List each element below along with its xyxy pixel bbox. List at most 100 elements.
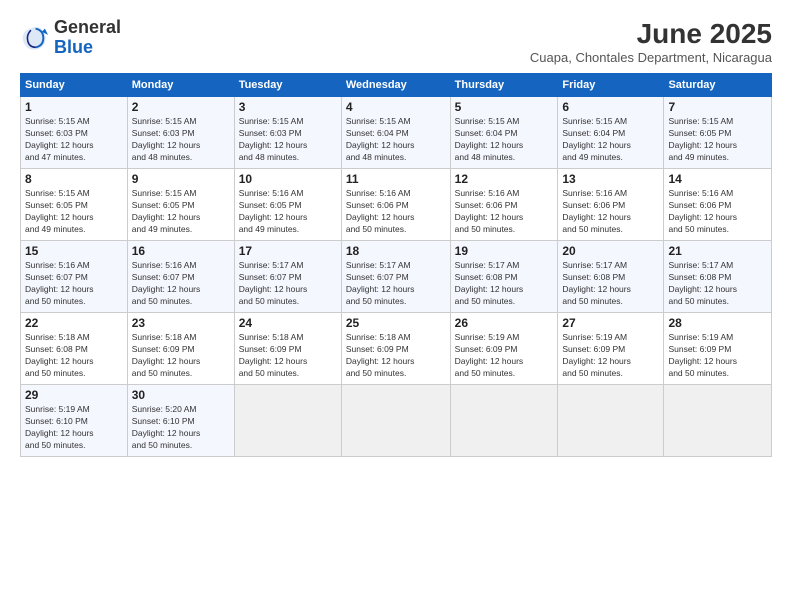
day-info: Sunrise: 5:17 AM Sunset: 6:08 PM Dayligh… (562, 260, 659, 308)
calendar-day-cell: 20 Sunrise: 5:17 AM Sunset: 6:08 PM Dayli… (558, 241, 664, 313)
day-info: Sunrise: 5:16 AM Sunset: 6:06 PM Dayligh… (668, 188, 767, 236)
day-info: Sunrise: 5:15 AM Sunset: 6:04 PM Dayligh… (346, 116, 446, 164)
col-thursday: Thursday (450, 74, 558, 97)
calendar-day-cell: 11 Sunrise: 5:16 AM Sunset: 6:06 PM Dayli… (341, 169, 450, 241)
col-saturday: Saturday (664, 74, 772, 97)
calendar-day-cell: 2Sunrise: 5:15 AM Sunset: 6:03 PM Daylig… (127, 97, 234, 169)
day-info: Sunrise: 5:15 AM Sunset: 6:05 PM Dayligh… (668, 116, 767, 164)
calendar-day-cell: 21 Sunrise: 5:17 AM Sunset: 6:08 PM Dayli… (664, 241, 772, 313)
day-info: Sunrise: 5:16 AM Sunset: 6:07 PM Dayligh… (25, 260, 123, 308)
day-info: Sunrise: 5:15 AM Sunset: 6:04 PM Dayligh… (562, 116, 659, 164)
calendar-day-cell: 17 Sunrise: 5:17 AM Sunset: 6:07 PM Dayli… (234, 241, 341, 313)
day-info: Sunrise: 5:16 AM Sunset: 6:07 PM Dayligh… (132, 260, 230, 308)
calendar-header-row: Sunday Monday Tuesday Wednesday Thursday… (21, 74, 772, 97)
day-number: 6 (562, 100, 659, 114)
calendar-day-cell: 13 Sunrise: 5:16 AM Sunset: 6:06 PM Dayli… (558, 169, 664, 241)
day-number: 18 (346, 244, 446, 258)
day-info: Sunrise: 5:19 AM Sunset: 6:10 PM Dayligh… (25, 404, 123, 452)
day-number: 17 (239, 244, 337, 258)
day-number: 16 (132, 244, 230, 258)
day-info: Sunrise: 5:15 AM Sunset: 6:03 PM Dayligh… (239, 116, 337, 164)
day-info: Sunrise: 5:17 AM Sunset: 6:08 PM Dayligh… (455, 260, 554, 308)
calendar-day-cell: 27 Sunrise: 5:19 AM Sunset: 6:09 PM Dayli… (558, 313, 664, 385)
day-number: 1 (25, 100, 123, 114)
calendar-day-cell: 15 Sunrise: 5:16 AM Sunset: 6:07 PM Dayli… (21, 241, 128, 313)
day-number: 14 (668, 172, 767, 186)
day-info: Sunrise: 5:19 AM Sunset: 6:09 PM Dayligh… (668, 332, 767, 380)
day-number: 11 (346, 172, 446, 186)
calendar-day-cell: 18Sunrise: 5:17 AM Sunset: 6:07 PM Dayli… (341, 241, 450, 313)
day-number: 24 (239, 316, 337, 330)
month-title: June 2025 (530, 18, 772, 50)
day-number: 4 (346, 100, 446, 114)
day-number: 29 (25, 388, 123, 402)
col-sunday: Sunday (21, 74, 128, 97)
calendar-day-cell (664, 385, 772, 457)
logo-icon (20, 24, 48, 52)
day-info: Sunrise: 5:17 AM Sunset: 6:07 PM Dayligh… (239, 260, 337, 308)
calendar-day-cell: 6 Sunrise: 5:15 AM Sunset: 6:04 PM Daylig… (558, 97, 664, 169)
day-info: Sunrise: 5:15 AM Sunset: 6:05 PM Dayligh… (132, 188, 230, 236)
calendar-day-cell: 25Sunrise: 5:18 AM Sunset: 6:09 PM Dayli… (341, 313, 450, 385)
day-number: 12 (455, 172, 554, 186)
day-info: Sunrise: 5:15 AM Sunset: 6:03 PM Dayligh… (25, 116, 123, 164)
col-wednesday: Wednesday (341, 74, 450, 97)
calendar-day-cell: 22 Sunrise: 5:18 AM Sunset: 6:08 PM Dayli… (21, 313, 128, 385)
day-number: 21 (668, 244, 767, 258)
calendar-day-cell: 16 Sunrise: 5:16 AM Sunset: 6:07 PM Dayli… (127, 241, 234, 313)
calendar-day-cell: 19 Sunrise: 5:17 AM Sunset: 6:08 PM Dayli… (450, 241, 558, 313)
day-info: Sunrise: 5:18 AM Sunset: 6:09 PM Dayligh… (132, 332, 230, 380)
calendar-day-cell (234, 385, 341, 457)
calendar-day-cell: 9 Sunrise: 5:15 AM Sunset: 6:05 PM Daylig… (127, 169, 234, 241)
day-info: Sunrise: 5:16 AM Sunset: 6:05 PM Dayligh… (239, 188, 337, 236)
calendar-day-cell: 28 Sunrise: 5:19 AM Sunset: 6:09 PM Dayli… (664, 313, 772, 385)
day-number: 7 (668, 100, 767, 114)
calendar-week-row: 22 Sunrise: 5:18 AM Sunset: 6:08 PM Dayli… (21, 313, 772, 385)
calendar-day-cell: 30Sunrise: 5:20 AM Sunset: 6:10 PM Dayli… (127, 385, 234, 457)
calendar-day-cell: 10Sunrise: 5:16 AM Sunset: 6:05 PM Dayli… (234, 169, 341, 241)
day-info: Sunrise: 5:15 AM Sunset: 6:04 PM Dayligh… (455, 116, 554, 164)
day-number: 13 (562, 172, 659, 186)
calendar-day-cell: 3 Sunrise: 5:15 AM Sunset: 6:03 PM Daylig… (234, 97, 341, 169)
logo-text: General Blue (54, 18, 121, 58)
calendar-week-row: 15 Sunrise: 5:16 AM Sunset: 6:07 PM Dayli… (21, 241, 772, 313)
calendar-day-cell (558, 385, 664, 457)
day-info: Sunrise: 5:16 AM Sunset: 6:06 PM Dayligh… (346, 188, 446, 236)
day-number: 8 (25, 172, 123, 186)
calendar-day-cell (341, 385, 450, 457)
calendar-week-row: 29 Sunrise: 5:19 AM Sunset: 6:10 PM Dayli… (21, 385, 772, 457)
day-number: 19 (455, 244, 554, 258)
day-number: 22 (25, 316, 123, 330)
calendar-week-row: 1 Sunrise: 5:15 AM Sunset: 6:03 PM Daylig… (21, 97, 772, 169)
subtitle: Cuapa, Chontales Department, Nicaragua (530, 50, 772, 65)
calendar-day-cell: 24 Sunrise: 5:18 AM Sunset: 6:09 PM Dayli… (234, 313, 341, 385)
day-number: 9 (132, 172, 230, 186)
day-info: Sunrise: 5:20 AM Sunset: 6:10 PM Dayligh… (132, 404, 230, 452)
day-info: Sunrise: 5:16 AM Sunset: 6:06 PM Dayligh… (562, 188, 659, 236)
col-tuesday: Tuesday (234, 74, 341, 97)
calendar-day-cell (450, 385, 558, 457)
day-info: Sunrise: 5:19 AM Sunset: 6:09 PM Dayligh… (562, 332, 659, 380)
calendar-day-cell: 5Sunrise: 5:15 AM Sunset: 6:04 PM Daylig… (450, 97, 558, 169)
day-info: Sunrise: 5:18 AM Sunset: 6:09 PM Dayligh… (239, 332, 337, 380)
day-number: 15 (25, 244, 123, 258)
day-number: 3 (239, 100, 337, 114)
calendar-day-cell: 7 Sunrise: 5:15 AM Sunset: 6:05 PM Daylig… (664, 97, 772, 169)
day-number: 25 (346, 316, 446, 330)
day-info: Sunrise: 5:17 AM Sunset: 6:08 PM Dayligh… (668, 260, 767, 308)
calendar-day-cell: 29 Sunrise: 5:19 AM Sunset: 6:10 PM Dayli… (21, 385, 128, 457)
day-info: Sunrise: 5:15 AM Sunset: 6:05 PM Dayligh… (25, 188, 123, 236)
day-info: Sunrise: 5:19 AM Sunset: 6:09 PM Dayligh… (455, 332, 554, 380)
day-number: 28 (668, 316, 767, 330)
logo: General Blue (20, 18, 121, 58)
col-friday: Friday (558, 74, 664, 97)
calendar-day-cell: 23Sunrise: 5:18 AM Sunset: 6:09 PM Dayli… (127, 313, 234, 385)
day-info: Sunrise: 5:18 AM Sunset: 6:08 PM Dayligh… (25, 332, 123, 380)
calendar-day-cell: 4 Sunrise: 5:15 AM Sunset: 6:04 PM Daylig… (341, 97, 450, 169)
calendar: Sunday Monday Tuesday Wednesday Thursday… (20, 73, 772, 457)
day-number: 20 (562, 244, 659, 258)
calendar-day-cell: 12Sunrise: 5:16 AM Sunset: 6:06 PM Dayli… (450, 169, 558, 241)
page-header: General Blue June 2025 Cuapa, Chontales … (20, 18, 772, 65)
col-monday: Monday (127, 74, 234, 97)
day-number: 27 (562, 316, 659, 330)
